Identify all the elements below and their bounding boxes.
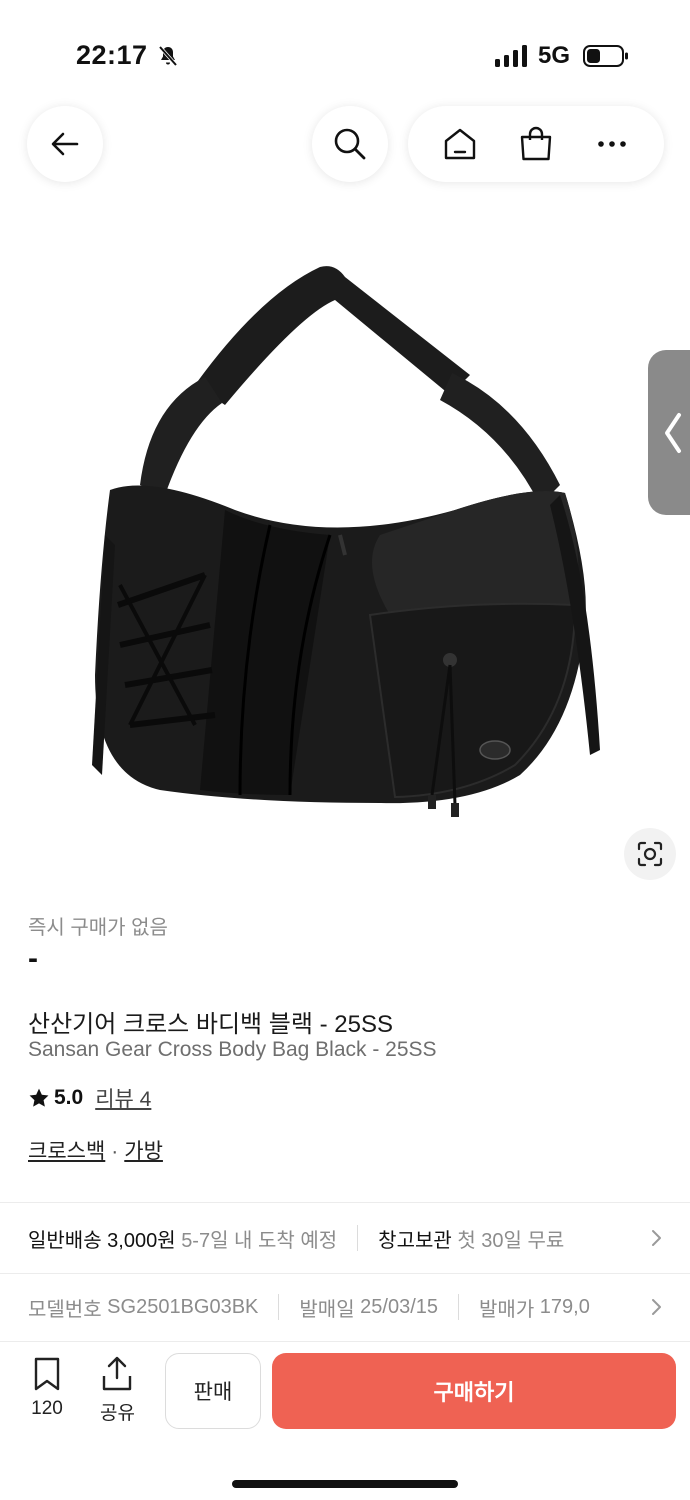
separator	[458, 1294, 460, 1320]
retail-value: 179,0	[539, 1295, 590, 1318]
shopping-bag-icon	[520, 126, 552, 161]
instant-price-label: 즉시 구매가 없음	[28, 917, 168, 939]
release-value: 25/03/15	[360, 1295, 439, 1318]
home-indicator	[232, 1480, 458, 1488]
lens-scan-icon	[637, 841, 663, 867]
chevron-left-icon	[665, 412, 681, 453]
storage-offer: 첫 30일 무료	[457, 1229, 565, 1252]
arrow-left-icon	[51, 132, 79, 156]
release-label: 발매일	[299, 1298, 355, 1321]
home-icon	[444, 128, 476, 160]
shipping-fee: 3,000원	[107, 1229, 176, 1252]
price-value: -	[28, 942, 38, 975]
more-horizontal-icon	[598, 141, 626, 147]
sell-button[interactable]: 판매	[165, 1353, 261, 1429]
battery-icon	[583, 45, 628, 67]
search-icon	[334, 128, 366, 160]
share-button[interactable]: 공유	[100, 1356, 135, 1425]
shipping-eta: 5-7일 내 도착 예정	[181, 1229, 338, 1252]
product-title-ko: 산산기어 크로스 바디백 블랙 - 25SS	[28, 1011, 394, 1038]
bell-slash-icon	[158, 45, 178, 67]
bookmark-icon	[34, 1357, 60, 1391]
cart-button[interactable]	[508, 116, 564, 172]
category-bag-link[interactable]: 가방	[124, 1140, 163, 1163]
rating-score: 5.0	[54, 1086, 84, 1109]
chevron-right-icon	[652, 1230, 661, 1246]
category-crossbag-link[interactable]: 크로스백	[28, 1140, 105, 1163]
storage-label: 창고보관	[378, 1229, 452, 1252]
rating-row: 5.0 리뷰 4	[28, 1083, 151, 1113]
share-label: 공유	[100, 1403, 135, 1424]
wishlist-count: 120	[31, 1398, 63, 1419]
model-value: SG2501BG03BK	[107, 1295, 259, 1318]
visual-search-button[interactable]	[624, 828, 676, 880]
review-link[interactable]: 리뷰 4	[95, 1083, 151, 1113]
signal-icon	[495, 45, 527, 67]
home-button[interactable]	[432, 116, 488, 172]
back-button[interactable]	[27, 106, 103, 182]
shipping-type: 일반배송	[28, 1229, 102, 1252]
network-label: 5G	[538, 42, 571, 69]
nav-actions	[408, 106, 664, 182]
status-bar: 22:17 5G	[0, 0, 690, 110]
product-title-en: Sansan Gear Cross Body Bag Black - 25SS	[28, 1038, 437, 1061]
star-icon	[29, 1088, 49, 1107]
category-separator: ·	[111, 1140, 119, 1163]
model-label: 모델번호	[28, 1298, 102, 1321]
status-time: 22:17	[76, 40, 148, 70]
retail-label: 발매가	[479, 1298, 535, 1321]
wishlist-button[interactable]: 120	[30, 1356, 64, 1420]
share-icon	[103, 1356, 132, 1391]
more-button[interactable]	[584, 116, 640, 172]
buy-button[interactable]: 구매하기	[272, 1353, 676, 1429]
search-button[interactable]	[312, 106, 388, 182]
chevron-right-icon	[652, 1299, 661, 1315]
side-panel-handle[interactable]	[648, 350, 690, 515]
separator	[357, 1225, 359, 1251]
bottom-action-bar: 120 공유 판매 구매하기	[0, 1341, 690, 1500]
shipping-row[interactable]: 일반배송 3,000원 5-7일 내 도착 예정 창고보관 첫 30일 무료	[0, 1203, 690, 1273]
product-image[interactable]	[0, 205, 690, 895]
category-breadcrumb: 크로스백 · 가방	[28, 1135, 163, 1165]
separator	[278, 1294, 280, 1320]
product-meta-row[interactable]: 모델번호 SG2501BG03BK 발매일 25/03/15 발매가 179,0	[0, 1273, 690, 1341]
